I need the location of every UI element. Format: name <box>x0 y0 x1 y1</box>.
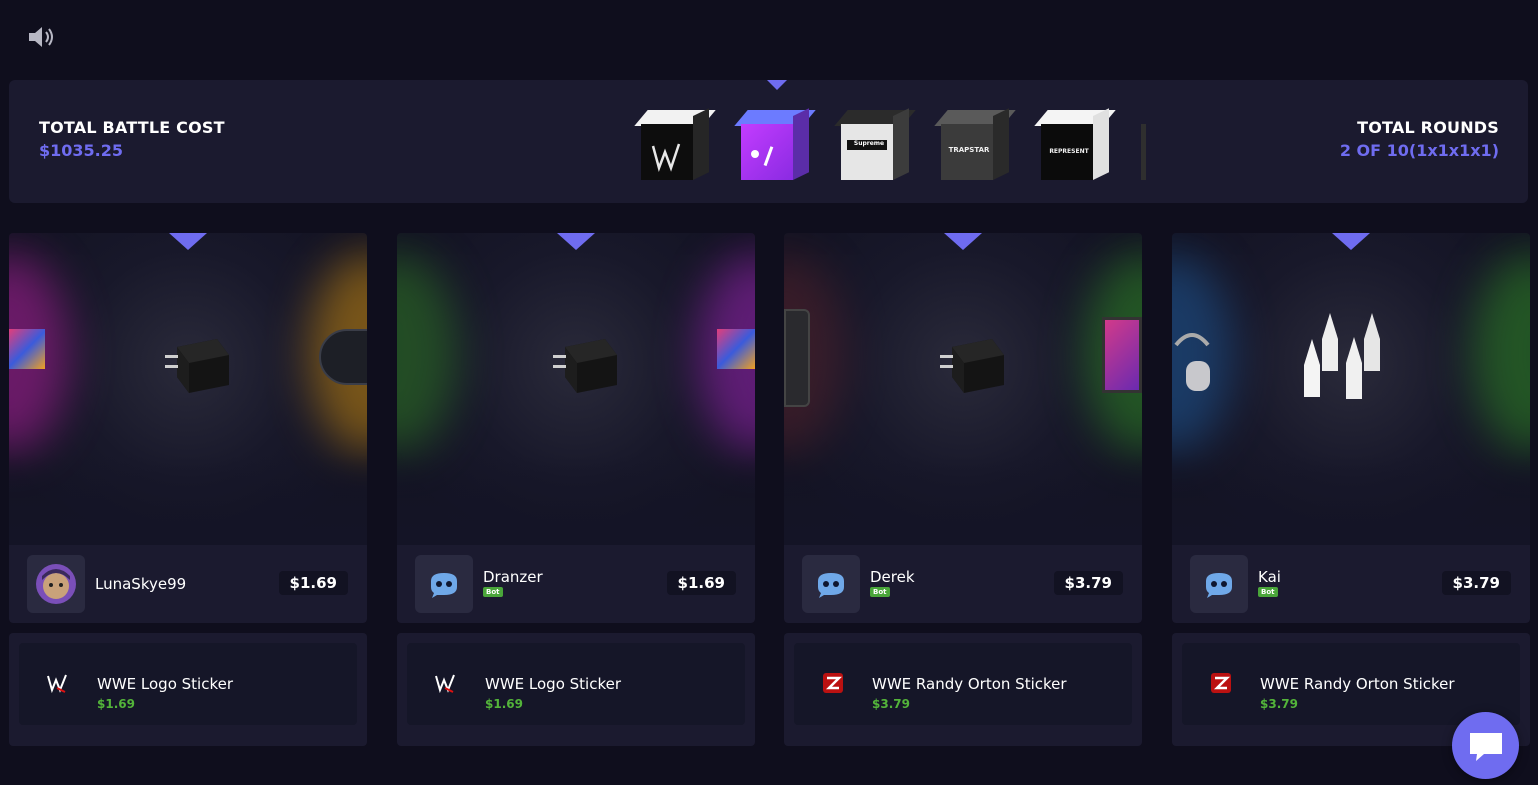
player-price: $3.79 <box>1053 571 1123 595</box>
player-panel: Dranzer Bot $1.69 <box>397 233 755 623</box>
bot-avatar-icon <box>431 573 457 598</box>
won-item-card: WWE Logo Sticker $1.69 <box>9 633 367 746</box>
rounds-value: 2 OF 10(1x1x1x1) <box>1339 141 1499 160</box>
player-name: LunaSkye99 <box>95 575 187 593</box>
bot-badge: Bot <box>870 587 890 597</box>
won-item-price: $3.79 <box>1260 697 1298 711</box>
battle-cost-label: TOTAL BATTLE COST <box>39 118 225 137</box>
side-item <box>319 329 367 385</box>
bot-avatar-icon <box>1206 573 1232 598</box>
charger-icon <box>940 339 1004 393</box>
rounds-label: TOTAL ROUNDS <box>1357 118 1499 137</box>
battle-cost: TOTAL BATTLE COST $1035.25 <box>39 118 225 160</box>
won-item-price: $3.79 <box>872 697 910 711</box>
player-pointer <box>557 233 595 250</box>
player-panel: LunaSkye99 $1.69 <box>9 233 367 623</box>
case-trapstar[interactable]: TRAPSTAR <box>934 108 1016 180</box>
side-item <box>1102 317 1142 393</box>
player-panel: Kai Bot $3.79 <box>1172 233 1530 623</box>
charger-icon <box>553 339 617 393</box>
avatar[interactable] <box>415 555 473 613</box>
player-footer: LunaSkye99 $1.69 <box>9 545 367 623</box>
case-pointer <box>767 80 787 90</box>
spinner-area <box>784 233 1142 545</box>
player-name: Kai <box>1258 568 1281 586</box>
won-item-name: WWE Logo Sticker <box>97 675 234 693</box>
case-supreme[interactable]: Supreme <box>834 108 916 180</box>
won-item-name: WWE Randy Orton Sticker <box>872 675 1067 693</box>
battle-cost-value: $1035.25 <box>39 141 124 160</box>
player-pointer <box>1332 233 1370 250</box>
player-pointer <box>944 233 982 250</box>
case-label: REPRESENT <box>1049 148 1089 155</box>
charger-icon <box>165 339 229 393</box>
won-item-price: $1.69 <box>485 697 523 711</box>
won-item-name: WWE Logo Sticker <box>485 675 622 693</box>
randy-orton-icon <box>823 673 843 693</box>
case-wwe[interactable] <box>634 108 716 180</box>
speaker-icon[interactable] <box>27 24 57 50</box>
avatar[interactable] <box>802 555 860 613</box>
side-item <box>717 329 755 369</box>
pencil-tips-icon <box>1304 313 1380 399</box>
spinner-area <box>397 233 755 545</box>
case-represent[interactable]: REPRESENT <box>1034 108 1116 180</box>
player-footer: Derek Bot $3.79 <box>784 545 1142 623</box>
bot-avatar-icon <box>818 573 844 598</box>
player-footer: Dranzer Bot $1.69 <box>397 545 755 623</box>
player-name: Dranzer <box>483 568 543 586</box>
case-label: Supreme <box>853 140 885 147</box>
monkey-avatar-icon <box>36 564 76 604</box>
player-price: $1.69 <box>278 571 348 595</box>
player-panel: Derek Bot $3.79 <box>784 233 1142 623</box>
side-item <box>1174 333 1210 391</box>
won-item-price: $1.69 <box>97 697 135 711</box>
chat-icon <box>1469 732 1502 761</box>
wwe-logo-icon <box>47 674 67 694</box>
bot-badge: Bot <box>1258 587 1278 597</box>
battle-summary-bar: TOTAL BATTLE COST $1035.25 Supreme TRAPS… <box>9 80 1528 203</box>
spinner-area <box>1172 233 1530 545</box>
case-strip: Supreme TRAPSTAR REPRESENT <box>631 106 1146 184</box>
player-pointer <box>169 233 207 250</box>
player-footer: Kai Bot $3.79 <box>1172 545 1530 623</box>
apple-logo-icon <box>751 146 774 167</box>
case-label: TRAPSTAR <box>948 146 990 154</box>
wwe-logo-icon <box>435 674 455 694</box>
player-name: Derek <box>870 568 915 586</box>
wwe-logo-icon <box>651 143 681 173</box>
bot-badge: Bot <box>483 587 503 597</box>
randy-orton-icon <box>1211 673 1231 693</box>
side-item <box>9 329 45 369</box>
chat-button[interactable] <box>1452 712 1519 779</box>
won-item-name: WWE Randy Orton Sticker <box>1260 675 1455 693</box>
player-price: $3.79 <box>1441 571 1511 595</box>
avatar[interactable] <box>27 555 85 613</box>
won-item-card: WWE Randy Orton Sticker $3.79 <box>784 633 1142 746</box>
won-item-card: WWE Logo Sticker $1.69 <box>397 633 755 746</box>
spinner-area <box>9 233 367 545</box>
player-price: $1.69 <box>666 571 736 595</box>
side-item <box>784 309 810 407</box>
case-partial[interactable] <box>1139 108 1146 180</box>
total-rounds: TOTAL ROUNDS 2 OF 10(1x1x1x1) <box>1340 118 1499 160</box>
avatar[interactable] <box>1190 555 1248 613</box>
case-apple[interactable] <box>725 106 825 184</box>
